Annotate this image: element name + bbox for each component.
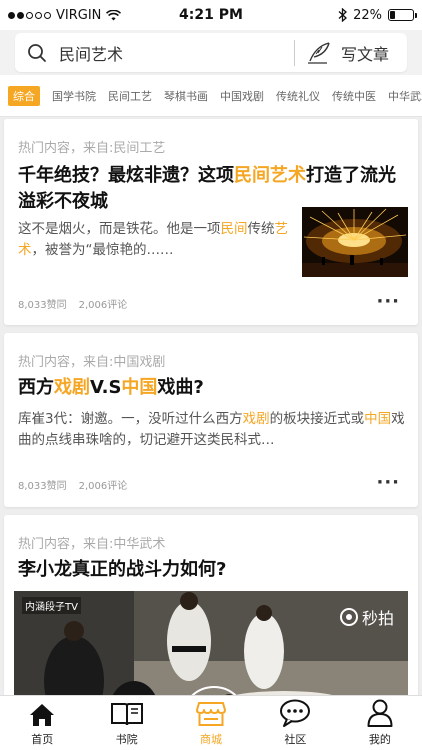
more-options-icon[interactable]: ··· (376, 472, 400, 493)
tab-academy[interactable]: 书院 (84, 696, 168, 750)
video-card[interactable]: 热门内容，来自:中华武术 李小龙真正的战斗力如何? 内涵段子TV 秒拍 (4, 515, 418, 695)
video-watermark: 内涵段子TV (22, 597, 81, 614)
search-bar: 民间艺术 写文章 (15, 33, 407, 72)
category-medicine[interactable]: 传统中医 (332, 88, 376, 104)
home-icon (30, 704, 55, 726)
more-options-icon[interactable]: ··· (376, 291, 400, 312)
category-guoxue[interactable]: 国学书院 (52, 88, 96, 104)
search-area: 民间艺术 写文章 (0, 30, 422, 75)
battery-icon (388, 9, 417, 21)
category-martial-arts[interactable]: 中华武术 (388, 88, 422, 104)
miaopai-icon (339, 608, 358, 626)
card-title[interactable]: 西方戏剧V.S中国戏曲? (18, 375, 204, 401)
card-excerpt: 这不是烟火，而是铁花。他是一项民间传统艺术，被誉为“最惊艳的…… (18, 221, 288, 258)
card-excerpt: 库崔3代：谢邀。一，没听过什么西方戏剧的板块接近式或中国戏曲的点线串珠啥的，切记… (18, 411, 405, 448)
category-qinqi-shuhua[interactable]: 琴棋书画 (164, 88, 208, 104)
tab-mall[interactable]: 商城 (169, 696, 253, 750)
category-etiquette[interactable]: 传统礼仪 (276, 88, 320, 104)
content-feed: 热门内容，来自:民间工艺 千年绝技？最炫非遗？这项民间艺术打造了流光溢彩不夜城 … (0, 117, 422, 695)
category-folk-craft[interactable]: 民间工艺 (108, 88, 152, 104)
card-stats: 8,033赞同 2,006评论 (18, 477, 127, 492)
shop-icon (196, 702, 227, 726)
quill-icon (307, 41, 330, 64)
video-platform-logo: 秒拍 (339, 605, 394, 629)
card-stats: 8,033赞同 2,006评论 (18, 296, 127, 311)
tab-mall-label: 商城 (200, 733, 223, 746)
wifi-icon (106, 9, 122, 20)
user-icon (367, 699, 393, 727)
likes-count: 8,033赞同 (18, 300, 67, 311)
carrier-name: VIRGIN (56, 7, 102, 23)
comments-count[interactable]: 2,006评论 (79, 296, 128, 311)
likes-count: 8,033赞同 (18, 481, 67, 492)
tab-profile-label: 我的 (368, 733, 391, 746)
search-icon[interactable] (15, 43, 59, 63)
write-article-button[interactable]: 写文章 (295, 41, 407, 65)
write-article-label: 写文章 (340, 44, 389, 64)
comments-count[interactable]: 2,006评论 (79, 477, 128, 492)
bluetooth-icon (338, 8, 348, 22)
battery-level (390, 11, 395, 19)
carrier-info: VIRGIN (8, 7, 122, 23)
search-input[interactable]: 民间艺术 (59, 41, 294, 65)
article-card[interactable]: 热门内容，来自:民间工艺 千年绝技？最炫非遗？这项民间艺术打造了流光溢彩不夜城 … (4, 119, 418, 325)
book-icon (110, 703, 143, 726)
tab-home-label: 首页 (31, 733, 54, 746)
tab-community-label: 社区 (284, 733, 307, 746)
video-logo-text: 秒拍 (361, 609, 394, 628)
card-source: 热门内容，来自:民间工艺 (18, 141, 166, 156)
card-title[interactable]: 李小龙真正的战斗力如何? (18, 557, 226, 583)
tab-community[interactable]: 社区 (253, 696, 337, 750)
article-card[interactable]: 热门内容，来自:中国戏剧 西方戏剧V.S中国戏曲? 库崔3代：谢邀。一，没听过什… (4, 333, 418, 507)
card-source: 热门内容，来自:中国戏剧 (18, 355, 166, 370)
category-comprehensive[interactable]: 综合 (8, 85, 40, 106)
status-bar: VIRGIN 4:21 PM 22% (0, 0, 422, 30)
chat-icon (280, 699, 311, 727)
tab-academy-label: 书院 (115, 733, 138, 746)
tab-profile[interactable]: 我的 (338, 696, 422, 750)
tab-home[interactable]: 首页 (0, 696, 84, 750)
battery-percent: 22% (353, 7, 382, 23)
signal-icon (8, 11, 51, 19)
category-chinese-drama[interactable]: 中国戏剧 (220, 88, 264, 104)
bottom-tab-bar: 首页 书院 商城 社区 我的 (0, 695, 422, 750)
status-time: 4:21 PM (179, 7, 243, 23)
video-player[interactable]: 内涵段子TV 秒拍 (14, 591, 408, 695)
fireworks-image[interactable] (302, 207, 408, 277)
category-bar: 综合 国学书院 民间工艺 琴棋书画 中国戏剧 传统礼仪 传统中医 中华武术 (0, 75, 422, 117)
card-source: 热门内容，来自:中华武术 (18, 537, 166, 552)
